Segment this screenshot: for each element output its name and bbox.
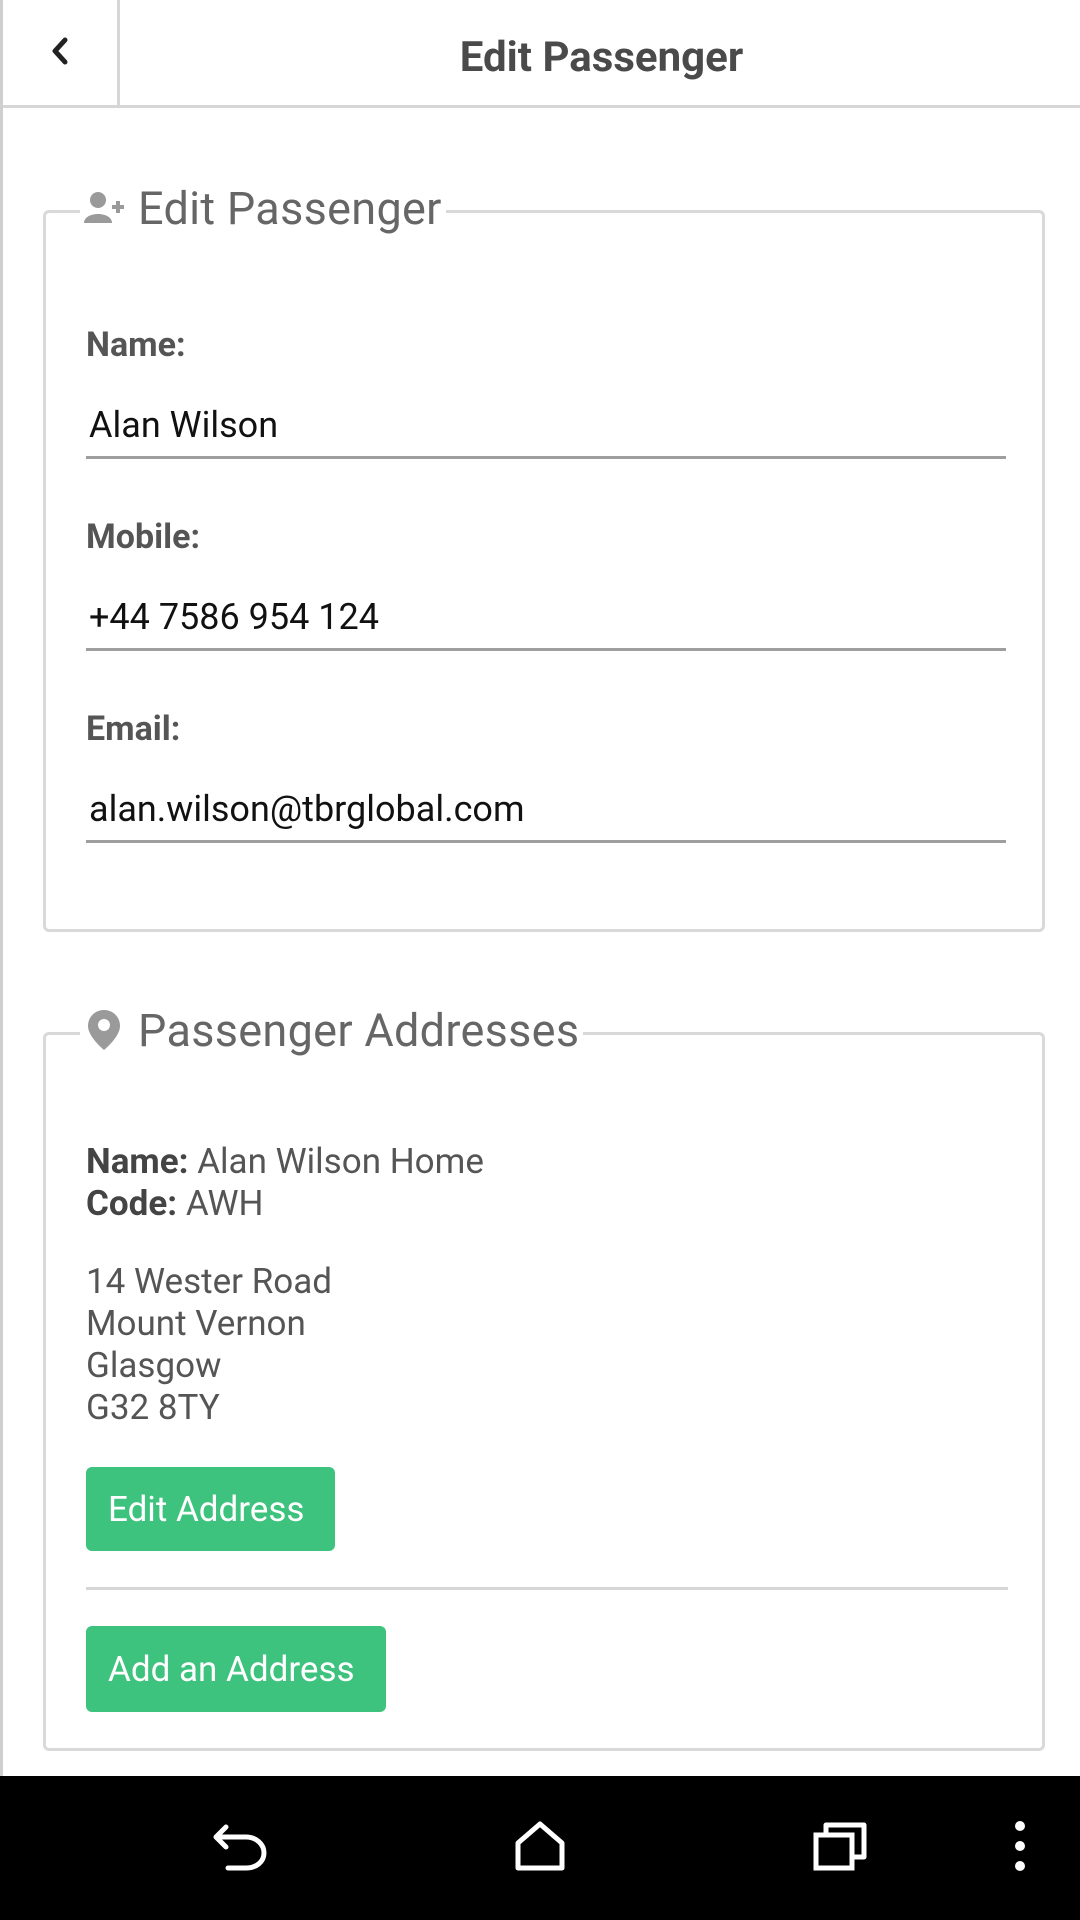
- overflow-menu-icon: [1014, 1820, 1026, 1876]
- name-label: Name:: [86, 325, 186, 365]
- email-field[interactable]: [86, 777, 1006, 843]
- address-name-label: Name:: [86, 1141, 189, 1182]
- edit-passenger-panel: Edit Passenger Name: Mobile: Email:: [43, 179, 1045, 932]
- address-line-3: Glasgow: [86, 1345, 222, 1386]
- address-code-value: AWH: [185, 1183, 264, 1224]
- back-button[interactable]: [3, 0, 120, 105]
- edit-passenger-legend: Edit Passenger: [80, 179, 446, 237]
- edit-address-button[interactable]: Edit Address: [86, 1467, 335, 1551]
- passenger-addresses-legend: Passenger Addresses: [80, 1001, 584, 1059]
- nav-overflow-button[interactable]: [990, 1776, 1050, 1920]
- mobile-label: Mobile:: [86, 517, 201, 557]
- address-line-4: G32 8TY: [86, 1387, 220, 1428]
- app-screen: Edit Passenger Edit Passenger Name: Mobi…: [0, 0, 1080, 1776]
- system-nav-bar: [0, 1776, 1080, 1920]
- home-icon: [514, 1821, 566, 1875]
- address-line-1: 14 Wester Road: [86, 1261, 333, 1302]
- address-divider: [86, 1587, 1008, 1590]
- chevron-left-icon: [49, 36, 71, 70]
- recents-icon: [812, 1821, 868, 1875]
- address-name-value: Alan Wilson Home: [197, 1141, 484, 1182]
- back-arrow-icon: [212, 1821, 268, 1875]
- email-label: Email:: [86, 709, 181, 749]
- nav-home-button[interactable]: [480, 1776, 600, 1920]
- name-field[interactable]: [86, 393, 1006, 459]
- mobile-field[interactable]: [86, 585, 1006, 651]
- add-address-button[interactable]: Add an Address: [86, 1626, 386, 1712]
- address-code-row: Code: AWH: [86, 1183, 264, 1225]
- nav-back-button[interactable]: [180, 1776, 300, 1920]
- address-line-2: Mount Vernon: [86, 1303, 306, 1344]
- top-bar: Edit Passenger: [3, 0, 1080, 108]
- passenger-addresses-panel: Passenger Addresses Name: Alan Wilson Ho…: [43, 1001, 1045, 1751]
- address-code-label: Code:: [86, 1183, 178, 1224]
- page-title: Edit Passenger: [459, 33, 744, 82]
- passenger-addresses-legend-text: Passenger Addresses: [138, 1003, 580, 1057]
- nav-recents-button[interactable]: [780, 1776, 900, 1920]
- map-marker-icon: [84, 1010, 124, 1050]
- add-user-icon: [84, 188, 124, 228]
- edit-passenger-legend-text: Edit Passenger: [138, 181, 442, 235]
- address-name-row: Name: Alan Wilson Home: [86, 1141, 484, 1183]
